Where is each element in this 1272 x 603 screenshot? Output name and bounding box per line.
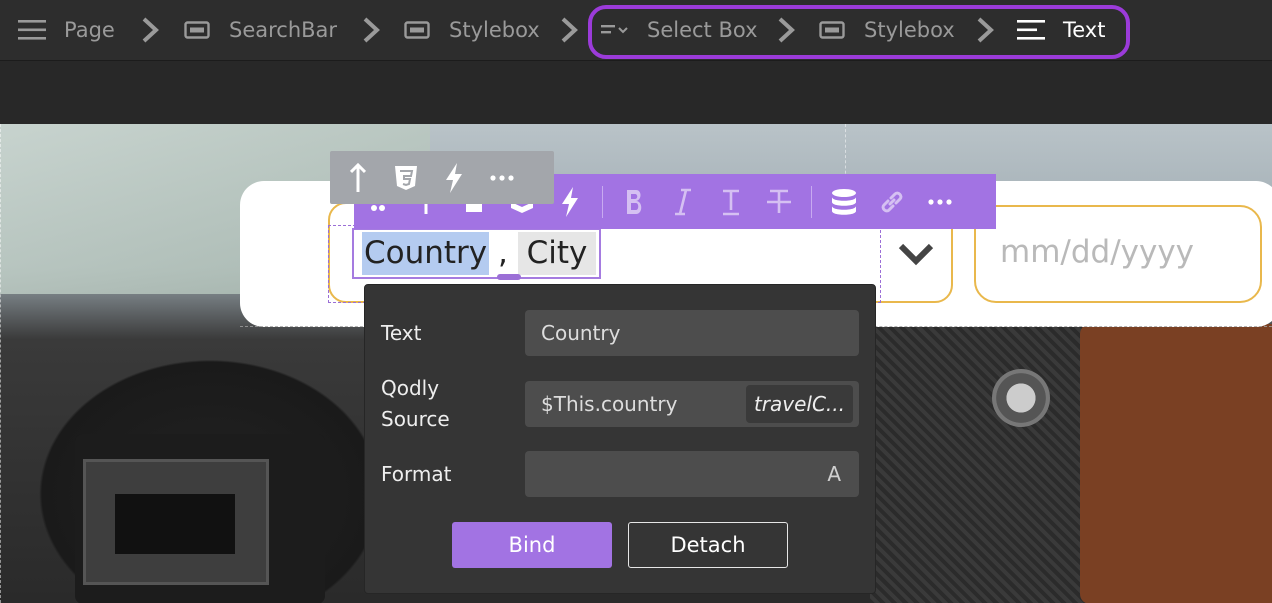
date-placeholder: mm/dd/yyyy bbox=[1000, 234, 1195, 270]
breadcrumb-item-searchbar[interactable]: SearchBar bbox=[184, 0, 337, 60]
strikethrough-icon[interactable] bbox=[755, 174, 803, 229]
camera-knob bbox=[992, 369, 1050, 427]
text-field-value: Country bbox=[541, 321, 621, 345]
parent-toolbar bbox=[330, 151, 554, 204]
qodly-source-label: Qodly Source bbox=[381, 373, 450, 435]
binding-panel: Text Country Qodly Source $This.country … bbox=[364, 284, 876, 594]
token-city[interactable]: City bbox=[518, 232, 596, 275]
format-label: Format bbox=[381, 462, 452, 486]
token-separator: , bbox=[498, 235, 508, 271]
text-caret bbox=[497, 274, 521, 280]
css3-icon[interactable] bbox=[382, 164, 430, 192]
canvas-top-strip bbox=[0, 61, 1272, 124]
chevron-right-icon bbox=[362, 0, 380, 60]
guide-line bbox=[0, 124, 1, 603]
chevron-right-icon bbox=[560, 0, 578, 60]
datasource-badge[interactable]: travelC... bbox=[745, 385, 853, 423]
ellipsis-icon[interactable] bbox=[916, 174, 964, 229]
camera-body bbox=[75, 434, 325, 603]
viewfinder-window bbox=[115, 494, 235, 554]
text-t-icon[interactable] bbox=[707, 174, 755, 229]
qodly-source-field[interactable]: $This.country travelC... bbox=[525, 381, 859, 427]
format-select[interactable]: A bbox=[525, 451, 859, 497]
link-icon[interactable] bbox=[868, 174, 916, 229]
text-field[interactable]: Country bbox=[525, 310, 859, 356]
token-country[interactable]: Country bbox=[362, 232, 490, 275]
hamburger-icon bbox=[18, 19, 46, 41]
toolbar-divider bbox=[602, 185, 603, 218]
camera-grip-texture bbox=[870, 304, 1090, 603]
toolbar-divider bbox=[811, 185, 812, 218]
qodly-source-label-line2: Source bbox=[381, 407, 450, 431]
qodly-source-value: $This.country bbox=[541, 392, 678, 416]
qodly-source-label-line1: Qodly bbox=[381, 376, 440, 400]
arrow-up-icon[interactable] bbox=[334, 162, 382, 193]
bind-button[interactable]: Bind bbox=[452, 522, 612, 568]
database-icon[interactable] bbox=[820, 174, 868, 229]
breadcrumb-item-stylebox[interactable]: Stylebox bbox=[404, 0, 540, 60]
breadcrumb-label: SearchBar bbox=[229, 18, 338, 42]
chevron-down-icon[interactable] bbox=[897, 240, 935, 272]
breadcrumb-label: Stylebox bbox=[449, 18, 540, 42]
chevron-right-icon bbox=[141, 0, 159, 60]
format-letter-icon: A bbox=[827, 462, 841, 486]
breadcrumb-item-page[interactable]: Page bbox=[18, 0, 115, 60]
breadcrumb-highlight bbox=[588, 5, 1130, 59]
lightning-icon[interactable] bbox=[430, 162, 478, 193]
bold-icon[interactable] bbox=[611, 174, 659, 229]
breadcrumb-label: Page bbox=[64, 18, 115, 42]
italic-icon[interactable] bbox=[659, 174, 707, 229]
leather-strap bbox=[1080, 324, 1272, 603]
stylebox-icon bbox=[404, 21, 430, 39]
stylebox-icon bbox=[184, 21, 210, 39]
detach-button[interactable]: Detach bbox=[628, 522, 788, 568]
ellipsis-icon[interactable] bbox=[478, 174, 526, 181]
text-label: Text bbox=[381, 321, 422, 345]
